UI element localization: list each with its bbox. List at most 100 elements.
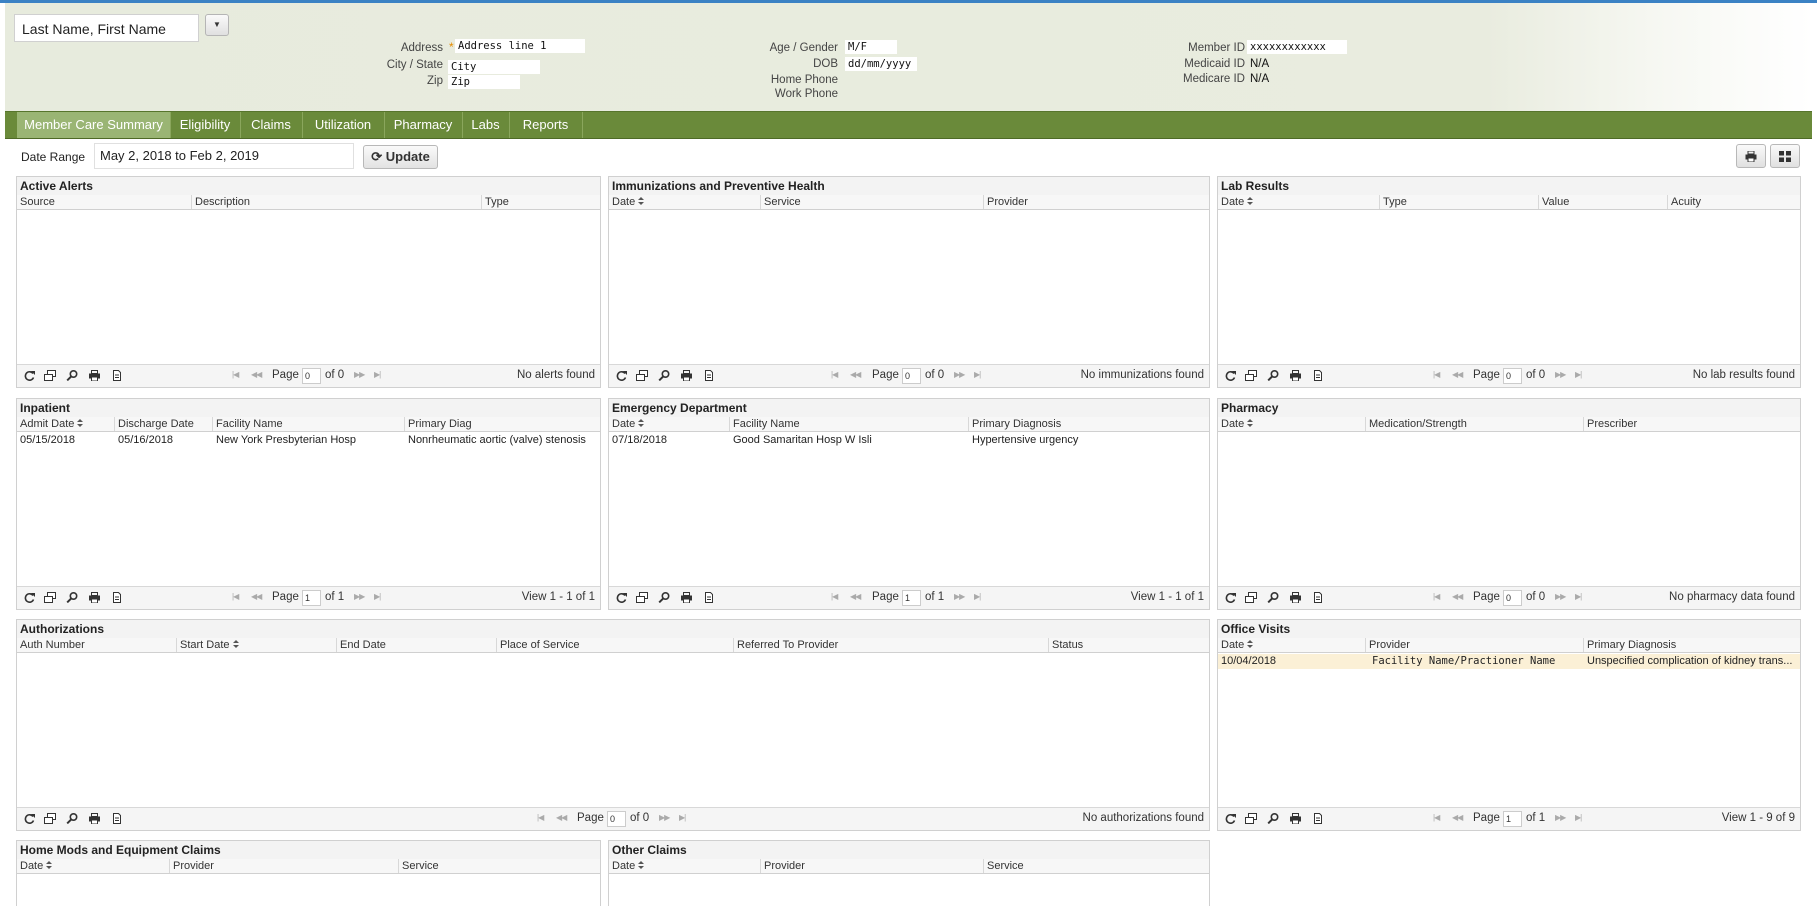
next-page-icon[interactable]: ▶▶ — [954, 592, 965, 601]
export-icon[interactable] — [1311, 813, 1324, 824]
first-page-icon[interactable]: |◀ — [232, 370, 239, 379]
print-icon[interactable] — [88, 592, 101, 603]
print-icon[interactable] — [1289, 370, 1302, 381]
prev-page-icon[interactable]: ◀◀ — [850, 592, 861, 601]
refresh-icon[interactable] — [23, 813, 36, 824]
column-header-primary-diagnosis[interactable]: Primary Diagnosis — [1584, 638, 1800, 652]
column-header-date[interactable]: Date — [609, 859, 761, 873]
print-icon[interactable] — [1289, 592, 1302, 603]
next-page-icon[interactable]: ▶▶ — [659, 813, 670, 822]
column-header-referred-to-provider[interactable]: Referred To Provider — [734, 638, 1049, 652]
last-page-icon[interactable]: ▶| — [974, 370, 981, 379]
print-icon[interactable] — [88, 370, 101, 381]
update-button[interactable]: ⟳ Update — [363, 145, 438, 169]
column-header-service[interactable]: Service — [761, 195, 984, 209]
next-page-icon[interactable]: ▶▶ — [1555, 813, 1566, 822]
column-header-prescriber[interactable]: Prescriber — [1584, 417, 1800, 431]
next-page-icon[interactable]: ▶▶ — [354, 592, 365, 601]
refresh-icon[interactable] — [615, 370, 628, 381]
tab-pharmacy[interactable]: Pharmacy — [384, 112, 463, 138]
column-header-service[interactable]: Service — [984, 859, 1209, 873]
print-icon[interactable] — [88, 813, 101, 824]
page-number-input[interactable]: 0 — [302, 368, 321, 384]
refresh-icon[interactable] — [23, 370, 36, 381]
refresh-icon[interactable] — [23, 592, 36, 603]
member-name-field[interactable]: Last Name, First Name — [14, 14, 199, 42]
tab-utilization[interactable]: Utilization — [302, 112, 385, 138]
print-button[interactable] — [1736, 144, 1766, 168]
column-header-place-of-service[interactable]: Place of Service — [497, 638, 734, 652]
next-page-icon[interactable]: ▶▶ — [354, 370, 365, 379]
refresh-icon[interactable] — [1224, 813, 1237, 824]
column-header-primary-diagnosis[interactable]: Primary Diagnosis — [969, 417, 1209, 431]
member-dropdown-button[interactable]: ▼ — [205, 14, 229, 36]
column-header-provider[interactable]: Provider — [984, 195, 1209, 209]
page-number-input[interactable]: 1 — [902, 590, 921, 606]
export-icon[interactable] — [1311, 370, 1324, 381]
search-icon[interactable] — [1267, 813, 1280, 824]
first-page-icon[interactable]: |◀ — [831, 370, 838, 379]
last-page-icon[interactable]: ▶| — [1575, 592, 1582, 601]
last-page-icon[interactable]: ▶| — [1575, 370, 1582, 379]
prev-page-icon[interactable]: ◀◀ — [556, 813, 567, 822]
prev-page-icon[interactable]: ◀◀ — [1452, 813, 1463, 822]
column-header-primary-diag[interactable]: Primary Diag — [405, 417, 600, 431]
column-header-facility-name[interactable]: Facility Name — [730, 417, 969, 431]
next-page-icon[interactable]: ▶▶ — [1555, 592, 1566, 601]
tab-reports[interactable]: Reports — [509, 112, 583, 138]
tab-labs[interactable]: Labs — [462, 112, 510, 138]
column-header-date[interactable]: Date — [1218, 195, 1380, 209]
column-header-status[interactable]: Status — [1049, 638, 1209, 652]
column-header-start-date[interactable]: Start Date — [177, 638, 337, 652]
prev-page-icon[interactable]: ◀◀ — [1452, 370, 1463, 379]
columns-icon[interactable] — [1245, 813, 1258, 824]
columns-icon[interactable] — [44, 370, 57, 381]
column-header-medication-strength[interactable]: Medication/Strength — [1366, 417, 1584, 431]
column-header-date[interactable]: Date — [609, 195, 761, 209]
first-page-icon[interactable]: |◀ — [1433, 813, 1440, 822]
export-icon[interactable] — [702, 592, 715, 603]
search-icon[interactable] — [66, 592, 79, 603]
page-number-input[interactable]: 0 — [1503, 590, 1522, 606]
columns-icon[interactable] — [636, 370, 649, 381]
columns-icon[interactable] — [44, 592, 57, 603]
last-page-icon[interactable]: ▶| — [374, 370, 381, 379]
layout-grid-button[interactable] — [1770, 144, 1800, 168]
page-number-input[interactable]: 1 — [1503, 811, 1522, 827]
column-header-service[interactable]: Service — [399, 859, 600, 873]
column-header-type[interactable]: Type — [482, 195, 600, 209]
first-page-icon[interactable]: |◀ — [831, 592, 838, 601]
search-icon[interactable] — [66, 813, 79, 824]
last-page-icon[interactable]: ▶| — [679, 813, 686, 822]
columns-icon[interactable] — [1245, 370, 1258, 381]
export-icon[interactable] — [1311, 592, 1324, 603]
next-page-icon[interactable]: ▶▶ — [1555, 370, 1566, 379]
columns-icon[interactable] — [44, 813, 57, 824]
column-header-auth-number[interactable]: Auth Number — [17, 638, 177, 652]
table-row[interactable]: 05/15/2018 05/16/2018 New York Presbyter… — [17, 433, 600, 448]
prev-page-icon[interactable]: ◀◀ — [251, 370, 262, 379]
columns-icon[interactable] — [636, 592, 649, 603]
column-header-discharge-date[interactable]: Discharge Date — [115, 417, 213, 431]
print-icon[interactable] — [680, 370, 693, 381]
first-page-icon[interactable]: |◀ — [1433, 370, 1440, 379]
print-icon[interactable] — [680, 592, 693, 603]
search-icon[interactable] — [658, 592, 671, 603]
export-icon[interactable] — [702, 370, 715, 381]
search-icon[interactable] — [658, 370, 671, 381]
refresh-icon[interactable] — [1224, 592, 1237, 603]
table-row[interactable]: 07/18/2018 Good Samaritan Hosp W Isli Hy… — [609, 433, 1209, 448]
prev-page-icon[interactable]: ◀◀ — [850, 370, 861, 379]
search-icon[interactable] — [1267, 592, 1280, 603]
refresh-icon[interactable] — [615, 592, 628, 603]
table-row[interactable]: 10/04/2018 Facility Name/Practioner Name… — [1218, 654, 1800, 669]
tab-member-care-summary[interactable]: Member Care Summary — [17, 112, 171, 138]
print-icon[interactable] — [1289, 813, 1302, 824]
columns-icon[interactable] — [1245, 592, 1258, 603]
column-header-acuity[interactable]: Acuity — [1668, 195, 1800, 209]
prev-page-icon[interactable]: ◀◀ — [251, 592, 262, 601]
page-number-input[interactable]: 0 — [902, 368, 921, 384]
column-header-date[interactable]: Date — [17, 859, 170, 873]
date-range-input[interactable]: May 2, 2018 to Feb 2, 2019 — [94, 143, 354, 169]
first-page-icon[interactable]: |◀ — [537, 813, 544, 822]
